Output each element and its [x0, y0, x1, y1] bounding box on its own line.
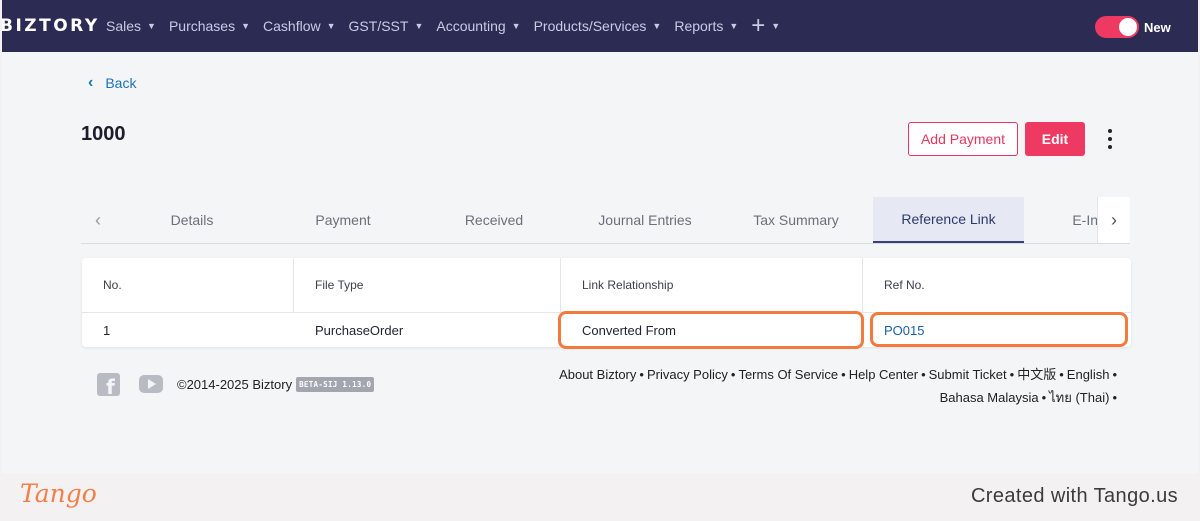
chevron-down-icon: ▼ [326, 21, 336, 31]
tab-tax-summary[interactable]: Tax Summary [723, 197, 869, 243]
cell-no: 1 [103, 322, 111, 338]
brand-logo[interactable]: BIZTORY [2, 16, 100, 36]
tab-reference-link[interactable]: Reference Link [873, 197, 1024, 243]
column-header-no: No. [82, 258, 294, 312]
copyright: ©2014-2025 Biztory BETA-SIJ 1.13.0 [177, 377, 375, 392]
column-header-link-relationship: Link Relationship [561, 258, 863, 312]
footer-link-help[interactable]: Help Center [849, 367, 918, 382]
chevron-down-icon: ▼ [241, 21, 251, 31]
chevron-down-icon: ▼ [729, 21, 739, 31]
column-header-ref-no: Ref No. [884, 278, 925, 292]
highlight-relationship [558, 311, 864, 349]
table-header-row: No. File Type Link Relationship Ref No. [82, 258, 1131, 313]
footer-link-chinese[interactable]: 中文版 [1017, 367, 1056, 382]
top-navbar: BIZTORY Sales ▼ Purchases ▼ Cashflow ▼ GST/… [2, 0, 1198, 52]
facebook-icon[interactable]: f [97, 373, 120, 399]
menu-label: Products/Services [533, 18, 647, 34]
tango-logo: Tango [20, 479, 97, 508]
menu-label: Sales [106, 18, 142, 34]
youtube-icon[interactable] [139, 375, 163, 393]
footer-link-terms[interactable]: Terms Of Service [738, 367, 838, 382]
menu-label: Accounting [436, 18, 506, 34]
menu-label: Purchases [168, 18, 236, 34]
tab-scroll-left-icon[interactable]: ‹ [86, 197, 110, 243]
main-menu: Sales ▼ Purchases ▼ Cashflow ▼ GST/SST ▼ Acc… [106, 0, 780, 52]
tab-bar: ‹ Details Payment Received Journal Entri… [81, 197, 1130, 244]
footer-link-thai[interactable]: ไทย (Thai) [1049, 390, 1109, 405]
chevron-left-icon: ‹ [88, 74, 94, 91]
plus-icon: + [751, 12, 766, 39]
footer-link-about[interactable]: About Biztory [559, 367, 636, 382]
edit-button[interactable]: Edit [1025, 122, 1085, 156]
new-ui-toggle-group: New [1095, 16, 1171, 38]
tango-credit: Created with Tango.us [970, 485, 1178, 507]
tab-received[interactable]: Received [421, 197, 567, 243]
tab-e-invoice-label: E-Inv [1072, 212, 1097, 228]
toggle-knob [1119, 18, 1137, 36]
app-frame: BIZTORY Sales ▼ Purchases ▼ Cashflow ▼ GST/… [2, 0, 1198, 474]
chevron-down-icon: ▼ [414, 21, 424, 31]
chevron-down-icon: ▼ [511, 21, 521, 31]
tab-payment[interactable]: Payment [270, 197, 416, 243]
back-label: Back [105, 75, 137, 91]
chevron-down-icon: ▼ [147, 21, 156, 31]
menu-label: Reports [674, 18, 724, 34]
footer-links-line-2: Bahasa Malaysia • ไทย (Thai) • [939, 390, 1117, 405]
add-payment-button[interactable]: Add Payment [908, 122, 1018, 156]
footer-links-line-1: About Biztory • Privacy Policy • Terms Of Se… [559, 367, 1117, 382]
toggle-label: New [1144, 19, 1171, 35]
highlight-ref-no [870, 312, 1128, 347]
menu-gst-sst[interactable]: GST/SST ▼ [349, 18, 424, 34]
tab-journal-entries[interactable]: Journal Entries [572, 197, 718, 243]
menu-label: GST/SST [348, 18, 409, 34]
column-header-file-type: File Type [294, 258, 561, 312]
tab-scroll-right-icon[interactable]: › [1097, 197, 1130, 243]
version-badge: BETA-SIJ 1.13.0 [296, 377, 375, 392]
menu-label: Cashflow [263, 18, 321, 34]
page-title: 1000 [81, 123, 126, 145]
cell-file-type: PurchaseOrder [315, 322, 404, 338]
menu-accounting[interactable]: Accounting ▼ [436, 18, 520, 34]
footer-links: About Biztory • Privacy Policy • Terms Of Se… [497, 363, 1117, 409]
menu-sales[interactable]: Sales ▼ [106, 18, 156, 34]
chevron-down-icon: ▼ [771, 21, 781, 31]
menu-purchases[interactable]: Purchases ▼ [169, 18, 250, 34]
back-link[interactable]: ‹ Back [88, 74, 136, 92]
menu-reports[interactable]: Reports ▼ [674, 18, 738, 34]
tab-details[interactable]: Details [119, 197, 265, 243]
footer-link-malay[interactable]: Bahasa Malaysia [940, 390, 1039, 405]
more-options-icon[interactable] [1102, 129, 1118, 149]
copyright-text: ©2014-2025 Biztory [177, 377, 293, 392]
footer-link-english[interactable]: English [1067, 367, 1110, 382]
tab-e-invoice[interactable]: E-Inv [1041, 197, 1097, 243]
footer-link-ticket[interactable]: Submit Ticket [929, 367, 1007, 382]
new-ui-toggle[interactable] [1095, 16, 1139, 38]
chevron-down-icon: ▼ [652, 21, 662, 31]
quick-create-menu[interactable]: + ▼ [751, 12, 781, 39]
footer-link-privacy[interactable]: Privacy Policy [647, 367, 728, 382]
menu-cashflow[interactable]: Cashflow ▼ [263, 18, 336, 34]
menu-products-services[interactable]: Products/Services ▼ [534, 18, 662, 34]
